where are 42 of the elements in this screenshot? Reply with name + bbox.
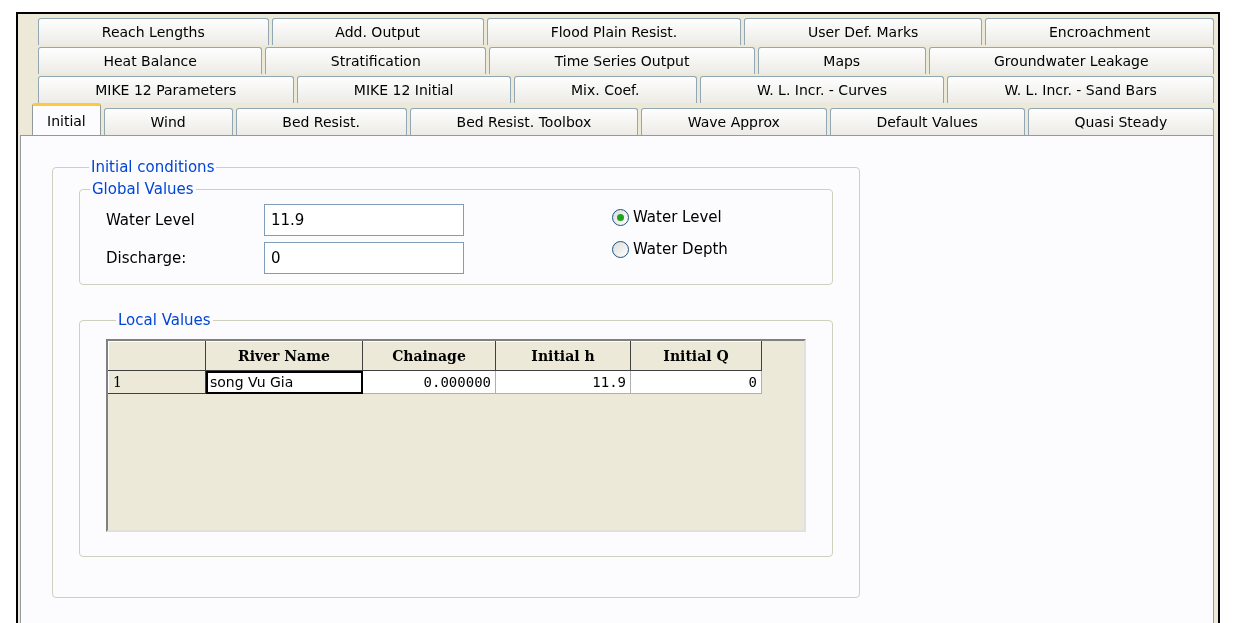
tab[interactable]: Wind bbox=[103, 108, 233, 135]
table-cell[interactable]: song Vu Gia bbox=[205, 370, 363, 394]
tab[interactable]: Mix. Coef. bbox=[513, 76, 697, 103]
column-header[interactable]: Chainage bbox=[362, 341, 496, 371]
tab[interactable]: Wave Approx bbox=[641, 108, 827, 135]
tab[interactable]: W. L. Incr. - Sand Bars bbox=[947, 76, 1215, 103]
group-title: Global Values bbox=[91, 180, 195, 198]
tab[interactable]: Maps bbox=[757, 47, 926, 74]
tab[interactable]: MIKE 12 Initial bbox=[296, 76, 511, 103]
group-title: Initial conditions bbox=[90, 158, 216, 176]
column-header[interactable]: Initial h bbox=[495, 341, 631, 371]
field-label: Discharge: bbox=[106, 249, 188, 267]
radio-button[interactable] bbox=[612, 240, 629, 258]
tab[interactable]: Initial bbox=[32, 103, 101, 135]
group-title: Local Values bbox=[117, 311, 212, 329]
tab[interactable]: Reach Lengths bbox=[38, 18, 269, 45]
radio-label: Water Depth bbox=[633, 240, 728, 258]
column-header[interactable]: Initial Q bbox=[630, 341, 762, 371]
table-cell[interactable]: 0 bbox=[630, 370, 762, 394]
tab[interactable]: Heat Balance bbox=[38, 47, 263, 74]
tab[interactable]: Time Series Output bbox=[489, 47, 755, 74]
input-field[interactable]: 11.9 bbox=[264, 204, 464, 236]
tab[interactable]: Add. Output bbox=[271, 18, 484, 45]
tab[interactable]: Encroachment bbox=[985, 18, 1214, 45]
field-label: Water Level bbox=[106, 211, 196, 229]
tab[interactable]: Bed Resist. bbox=[235, 108, 407, 135]
table-cell[interactable]: 0.000000 bbox=[362, 370, 496, 394]
input-field[interactable]: 0 bbox=[264, 242, 464, 274]
tab[interactable]: W. L. Incr. - Curves bbox=[699, 76, 945, 103]
tab[interactable]: User Def. Marks bbox=[744, 18, 983, 45]
radio-button[interactable] bbox=[612, 208, 629, 226]
column-header[interactable]: River Name bbox=[205, 341, 363, 371]
radio-label: Water Level bbox=[633, 208, 722, 226]
tab[interactable]: Default Values bbox=[829, 108, 1025, 135]
row-header[interactable]: 1 bbox=[108, 370, 206, 394]
tab[interactable]: Stratification bbox=[265, 47, 487, 74]
tab[interactable]: Bed Resist. Toolbox bbox=[409, 108, 638, 135]
tab[interactable]: Quasi Steady bbox=[1027, 108, 1215, 135]
tab[interactable]: Flood Plain Resist. bbox=[486, 18, 742, 45]
table-cell[interactable]: 11.9 bbox=[495, 370, 631, 394]
tab[interactable]: Groundwater Leakage bbox=[928, 47, 1214, 74]
tab[interactable]: MIKE 12 Parameters bbox=[38, 76, 294, 103]
